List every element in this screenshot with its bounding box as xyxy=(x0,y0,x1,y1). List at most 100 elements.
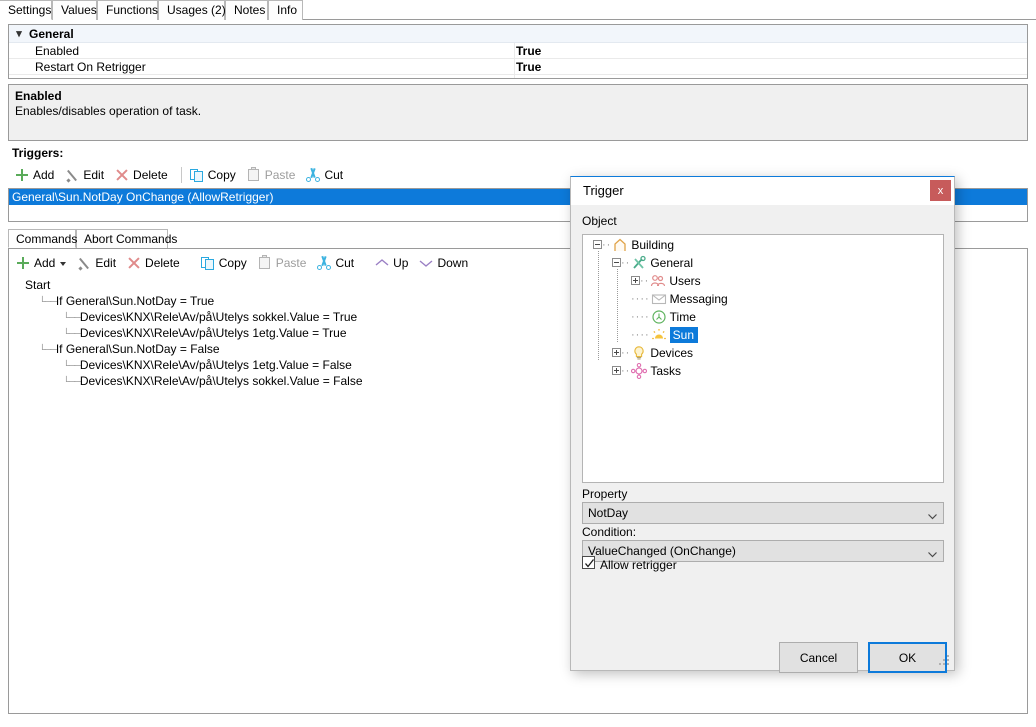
commands-delete-button[interactable]: Delete xyxy=(124,253,186,273)
tab-label: Notes xyxy=(234,3,265,17)
property-value[interactable]: True xyxy=(516,59,541,75)
tree-node-general[interactable]: ·· General xyxy=(583,253,943,271)
gear-node-icon xyxy=(631,363,647,379)
cancel-button[interactable]: Cancel xyxy=(779,642,858,673)
triggers-copy-button[interactable]: Copy xyxy=(187,165,242,185)
tree-node-users[interactable]: ·· Users xyxy=(583,271,943,289)
tree-node-building[interactable]: ·· Building xyxy=(583,235,943,253)
triggers-cut-button[interactable]: Cut xyxy=(303,165,349,185)
collapse-toggle-icon[interactable] xyxy=(612,258,621,267)
tab-functions[interactable]: Functions xyxy=(97,0,158,20)
commands-paste-button[interactable]: Paste xyxy=(255,253,313,273)
property-grid-row-restart-on-retrigger[interactable]: Restart On Retrigger True xyxy=(9,59,1027,75)
object-tree[interactable]: ·· Building ·· General ·· xyxy=(582,234,944,483)
property-name: Enabled xyxy=(9,43,79,59)
property-value[interactable]: True xyxy=(516,43,541,59)
commands-copy-button[interactable]: Copy xyxy=(198,253,253,273)
tab-label: Settings xyxy=(8,3,51,17)
command-text: Devices\KNX\Rele\Av/på\Utelys 1etg.Value… xyxy=(80,325,347,341)
tab-label: Values xyxy=(61,3,97,17)
tree-node-sun[interactable]: ···· Sun xyxy=(583,325,943,343)
commands-up-button[interactable]: Up xyxy=(372,253,414,273)
tree-connector: ·· xyxy=(621,254,630,272)
tab-label: Abort Commands xyxy=(84,232,177,246)
button-label: Cut xyxy=(335,256,354,270)
button-label: Paste xyxy=(265,168,296,182)
tree-connector: └── xyxy=(39,345,56,357)
tree-connector: └── xyxy=(39,297,56,309)
button-label: Add xyxy=(34,256,55,270)
toolbar-separator xyxy=(181,167,182,183)
command-text: Devices\KNX\Rele\Av/på\Utelys sokkel.Val… xyxy=(80,373,363,389)
commands-cut-button[interactable]: Cut xyxy=(314,253,360,273)
tree-node-label: Messaging xyxy=(670,292,728,306)
tree-node-tasks[interactable]: ·· Tasks xyxy=(583,361,943,379)
commands-add-button[interactable]: Add xyxy=(13,253,72,273)
expand-toggle-icon[interactable] xyxy=(631,276,640,285)
chevron-down-icon[interactable] xyxy=(60,262,66,266)
property-grid-row-enabled[interactable]: Enabled True xyxy=(9,43,1027,59)
commands-edit-button[interactable]: Edit xyxy=(74,253,122,273)
chevron-down-icon[interactable]: ▾ xyxy=(9,25,29,43)
chevron-down-icon xyxy=(418,255,434,271)
tab-abort-commands[interactable]: Abort Commands xyxy=(76,229,168,248)
tab-usages[interactable]: Usages (2) xyxy=(158,0,225,20)
tree-node-time[interactable]: ···· Time xyxy=(583,307,943,325)
collapse-toggle-icon[interactable] xyxy=(593,240,602,249)
dialog-body: Object ·· Building ·· General xyxy=(571,205,954,670)
tree-connector: ···· xyxy=(631,308,650,326)
tab-notes[interactable]: Notes xyxy=(225,0,268,20)
command-text: Devices\KNX\Rele\Av/på\Utelys sokkel.Val… xyxy=(80,309,357,325)
dialog-titlebar[interactable]: Trigger x xyxy=(571,177,954,205)
chevron-down-icon xyxy=(927,546,936,555)
scissors-icon xyxy=(305,167,321,183)
expand-toggle-icon[interactable] xyxy=(612,366,621,375)
tree-node-devices[interactable]: ·· Devices xyxy=(583,343,943,361)
triggers-delete-button[interactable]: Delete xyxy=(112,165,174,185)
close-icon[interactable]: x xyxy=(930,180,951,201)
tree-connector: └── xyxy=(63,329,80,341)
property-dropdown[interactable]: NotDay xyxy=(582,502,944,524)
copy-icon xyxy=(200,255,216,271)
triggers-add-button[interactable]: Add xyxy=(12,165,60,185)
pencil-icon xyxy=(76,255,92,271)
chevron-down-icon xyxy=(927,508,936,517)
tree-node-label: Users xyxy=(669,274,700,288)
tree-connector: ·· xyxy=(621,362,630,380)
triggers-paste-button[interactable]: Paste xyxy=(244,165,302,185)
property-grid[interactable]: ▾General Enabled True Restart On Retrigg… xyxy=(8,24,1028,79)
tree-connector: ···· xyxy=(631,326,650,344)
tab-info[interactable]: Info xyxy=(268,0,303,20)
allow-retrigger-label[interactable]: Allow retrigger xyxy=(600,558,677,572)
expand-toggle-icon[interactable] xyxy=(612,348,621,357)
button-label: Copy xyxy=(208,168,236,182)
tab-commands[interactable]: Commands xyxy=(8,229,76,248)
property-name: Restart On Retrigger xyxy=(9,59,146,75)
commands-down-button[interactable]: Down xyxy=(416,253,474,273)
tree-connector: └── xyxy=(63,361,80,373)
ok-button[interactable]: OK xyxy=(868,642,947,673)
resize-grip[interactable] xyxy=(939,655,951,667)
property-label: Property xyxy=(582,487,627,501)
clock-icon xyxy=(651,309,667,325)
property-grid-category-row[interactable]: ▾General xyxy=(9,25,1027,43)
tree-connector: ···· xyxy=(631,290,650,308)
tree-node-messaging[interactable]: ···· Messaging xyxy=(583,289,943,307)
property-dropdown-value: NotDay xyxy=(588,506,628,520)
plus-icon xyxy=(14,167,30,183)
triggers-edit-button[interactable]: Edit xyxy=(62,165,110,185)
house-icon xyxy=(612,237,628,253)
paste-icon xyxy=(246,167,262,183)
command-text: If General\Sun.NotDay = True xyxy=(56,293,214,309)
tools-icon xyxy=(631,255,647,271)
button-label: Edit xyxy=(83,168,104,182)
button-label: Delete xyxy=(133,168,168,182)
condition-label: Condition: xyxy=(582,525,636,539)
tree-connector: ·· xyxy=(640,272,649,290)
tree-connector: └── xyxy=(63,377,80,389)
tab-values[interactable]: Values xyxy=(52,0,97,20)
button-label: Cut xyxy=(324,168,343,182)
chevron-up-icon xyxy=(374,255,390,271)
tab-settings[interactable]: Settings xyxy=(0,0,52,20)
allow-retrigger-checkbox[interactable] xyxy=(582,556,595,569)
